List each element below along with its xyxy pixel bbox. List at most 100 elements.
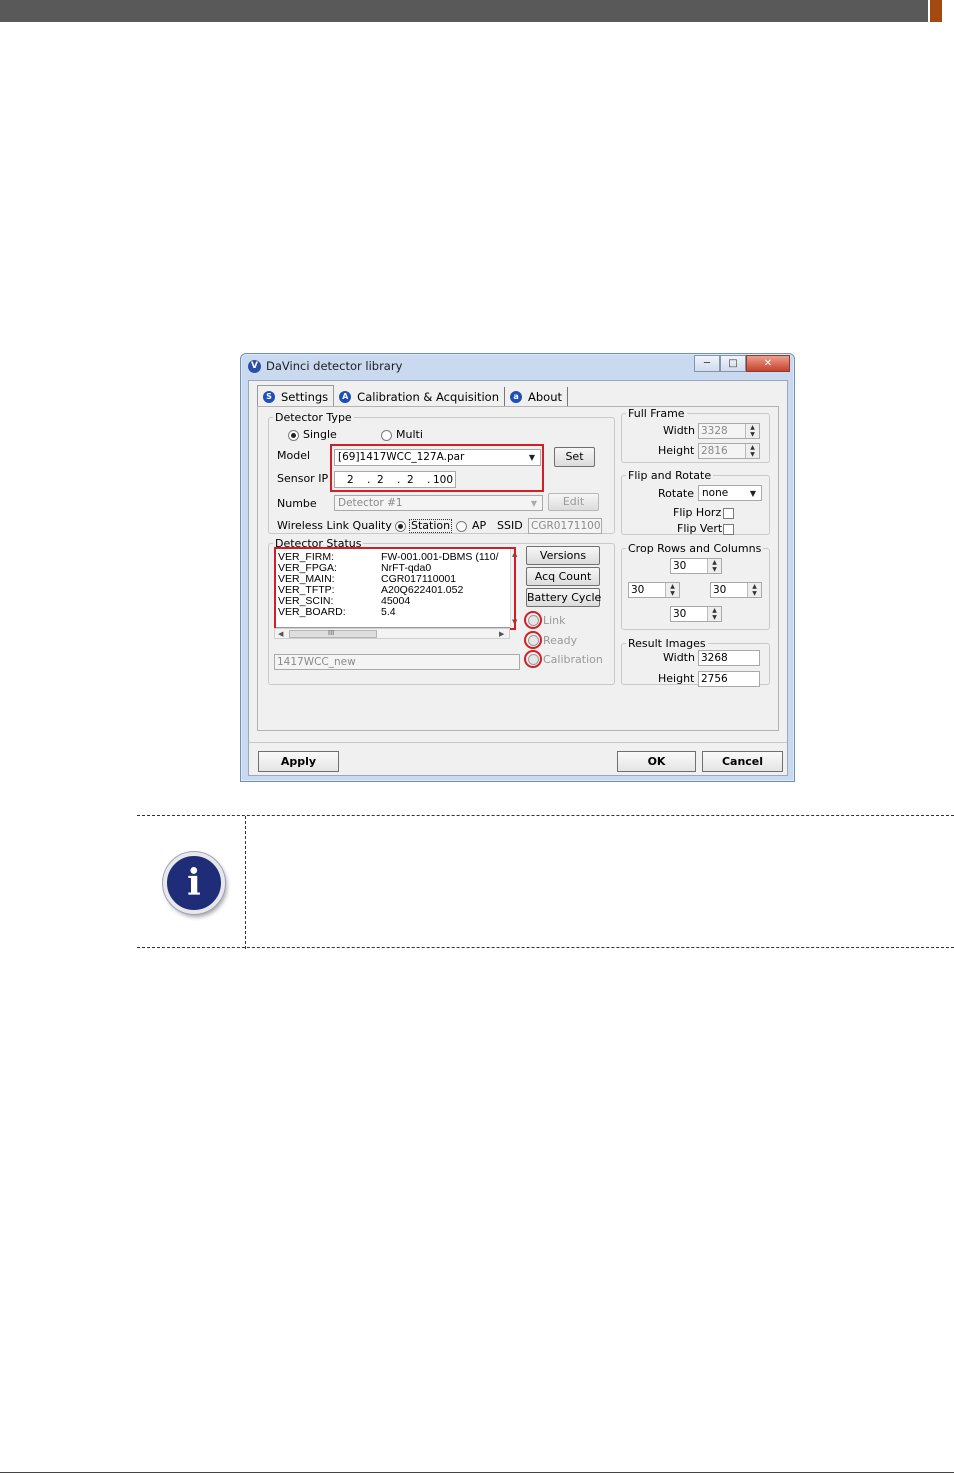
result-height-label: Height: [658, 672, 695, 685]
ssid-label: SSID: [497, 519, 523, 532]
crop-right-value: 30: [713, 584, 727, 596]
ap-radio[interactable]: [456, 521, 467, 532]
flip-vert-label: Flip Vert: [677, 522, 723, 535]
ready-label: Ready: [543, 634, 578, 647]
result-width-field[interactable]: 3268: [698, 650, 760, 666]
rotate-label: Rotate: [658, 487, 695, 500]
about-tab-icon: a: [510, 391, 523, 403]
minimize-button[interactable]: ─: [694, 355, 720, 372]
app-logo-icon: V: [248, 360, 261, 373]
result-images-legend: Result Images: [628, 637, 706, 650]
station-radio[interactable]: [395, 521, 406, 532]
ssid-field[interactable]: CGR017110001: [528, 518, 602, 534]
info-note-box: i: [137, 815, 954, 949]
calibration-indicator-highlight: [524, 650, 542, 668]
full-height-label: Height: [658, 444, 695, 457]
apply-button[interactable]: Apply: [258, 751, 339, 772]
scroll-thumb[interactable]: III: [289, 629, 377, 638]
flip-rotate-legend: Flip and Rotate: [628, 469, 712, 482]
station-label: Station: [409, 519, 453, 533]
scroll-grip: III: [328, 629, 335, 637]
full-width-field[interactable]: 3328 ▲ ▼: [698, 423, 760, 439]
title-bar: V DaVinci detector library ─ □ ✕: [241, 354, 794, 380]
calibration-tab-icon: A: [339, 391, 352, 403]
window-client-area: S Settings A Calibration & Acquisition a…: [248, 380, 788, 776]
spin-updown-icon[interactable]: ▲ ▼: [707, 607, 721, 621]
flip-vert-checkbox[interactable]: [723, 524, 734, 535]
spin-updown-icon[interactable]: ▲ ▼: [745, 424, 759, 438]
multi-radio[interactable]: [381, 430, 392, 441]
crop-bottom-value: 30: [673, 608, 687, 620]
full-height-value: 2816: [701, 445, 728, 457]
number-combo[interactable]: Detector #1 ▼: [334, 495, 543, 511]
link-label: Link: [543, 614, 566, 627]
rotate-value: none: [702, 487, 729, 499]
result-height-field[interactable]: 2756: [698, 671, 760, 687]
chevron-down-icon: ▼: [749, 489, 757, 498]
settings-tab-icon: S: [263, 390, 275, 403]
full-frame-legend: Full Frame: [628, 407, 685, 420]
ready-indicator-highlight: [524, 631, 542, 649]
ap-label: AP: [472, 519, 487, 532]
crop-right-field[interactable]: 30 ▲ ▼: [710, 582, 762, 598]
tab-calibration-label: Calibration & Acquisition: [357, 390, 500, 404]
full-width-value: 3328: [701, 425, 728, 437]
rotate-combo[interactable]: none ▼: [698, 485, 762, 501]
calibration-label: Calibration: [543, 653, 603, 666]
crop-left-value: 30: [631, 584, 645, 596]
flip-horz-label: Flip Horz: [673, 506, 722, 519]
single-label: Single: [303, 428, 337, 441]
window-title: DaVinci detector library: [266, 359, 403, 373]
tab-about[interactable]: a About: [505, 387, 569, 407]
status-horizontal-scrollbar[interactable]: ◀ III ▶: [274, 628, 510, 639]
wireless-link-quality-label: Wireless Link Quality: [277, 519, 392, 532]
number-value: Detector #1: [338, 497, 403, 509]
crop-legend: Crop Rows and Columns: [628, 542, 762, 555]
window-controls: ─ □ ✕: [694, 355, 790, 372]
model-label: Model: [277, 449, 311, 462]
acq-count-button[interactable]: Acq Count: [526, 567, 600, 586]
tab-about-label: About: [528, 390, 563, 404]
page-header-bar: [0, 0, 928, 22]
davinci-window: V DaVinci detector library ─ □ ✕ S Setti…: [240, 353, 795, 782]
info-icon-glyph: i: [187, 862, 201, 904]
detector-type-legend: Detector Type: [275, 411, 352, 424]
multi-label: Multi: [396, 428, 423, 441]
spin-updown-icon[interactable]: ▲ ▼: [665, 583, 679, 597]
tab-strip: S Settings A Calibration & Acquisition a…: [257, 385, 569, 407]
spin-updown-icon[interactable]: ▲ ▼: [747, 583, 761, 597]
tab-settings-label: Settings: [281, 389, 329, 404]
tab-settings[interactable]: S Settings: [257, 385, 335, 407]
edit-button[interactable]: Edit: [548, 493, 599, 511]
chevron-down-icon: ▼: [530, 499, 538, 508]
spin-updown-icon[interactable]: ▲ ▼: [707, 559, 721, 573]
sensor-ip-label: Sensor IP: [277, 472, 329, 485]
single-radio[interactable]: [288, 430, 299, 441]
cancel-button[interactable]: Cancel: [702, 751, 783, 772]
footer-divider: [249, 742, 787, 743]
crop-top-value: 30: [673, 560, 687, 572]
ok-button[interactable]: OK: [617, 751, 696, 772]
scroll-right-icon: ▶: [499, 630, 505, 638]
status-highlight-box: [274, 547, 516, 630]
spin-updown-icon[interactable]: ▲ ▼: [745, 444, 759, 458]
scroll-left-icon: ◀: [278, 630, 284, 638]
tab-calibration-acquisition[interactable]: A Calibration & Acquisition: [334, 387, 506, 407]
settings-panel: Detector Type Single Multi Model [69]141…: [257, 406, 779, 731]
result-width-label: Width: [663, 651, 695, 664]
versions-button[interactable]: Versions: [526, 546, 600, 565]
maximize-button[interactable]: □: [720, 355, 746, 372]
crop-top-field[interactable]: 30 ▲ ▼: [670, 558, 722, 574]
flip-horz-checkbox[interactable]: [723, 508, 734, 519]
info-note-divider: [245, 816, 246, 949]
info-icon: i: [163, 852, 225, 914]
full-width-label: Width: [663, 424, 695, 437]
set-button[interactable]: Set: [554, 447, 595, 467]
close-button[interactable]: ✕: [746, 355, 790, 372]
crop-left-field[interactable]: 30 ▲ ▼: [628, 582, 680, 598]
full-height-field[interactable]: 2816 ▲ ▼: [698, 443, 760, 459]
crop-bottom-field[interactable]: 30 ▲ ▼: [670, 606, 722, 622]
file-name-field[interactable]: 1417WCC_new: [274, 654, 520, 670]
battery-cycle-button[interactable]: Battery Cycle: [526, 588, 601, 607]
page-footer-line: [0, 1472, 954, 1473]
